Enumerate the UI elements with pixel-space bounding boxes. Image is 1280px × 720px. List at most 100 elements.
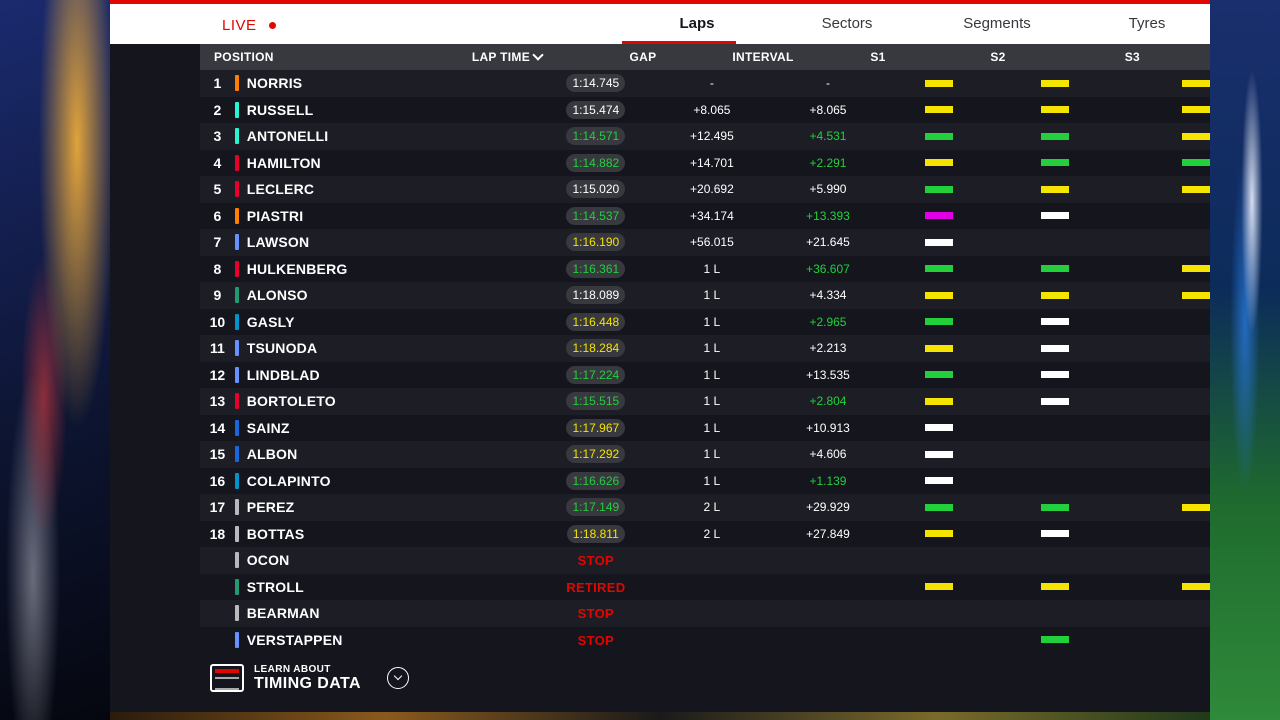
table-row[interactable]: 13 BORTOLETO 1:15.515 1 L +2.804 [200,388,1210,415]
table-row[interactable]: 1 NORRIS 1:14.745 - - [200,70,1210,97]
table-row[interactable]: OCON STOP [200,547,1210,574]
timing-data-info[interactable]: LEARN ABOUT TIMING DATA [210,664,409,693]
table-row[interactable]: VERSTAPPEN STOP [200,626,1210,653]
sector-s2-cell [997,291,1113,299]
sector-s1-cell [881,291,997,299]
header-gap[interactable]: GAP [578,50,708,64]
sector-s1-cell [881,79,997,87]
sector-s2-indicator [1041,583,1070,591]
sector-s3-indicator [1182,503,1210,511]
team-color-bar [234,154,239,171]
header-lap-time[interactable]: LAP TIME [320,49,578,64]
driver-status: RETIRED [566,579,626,595]
lap-time-cell: 1:18.811 [543,524,649,543]
driver-name[interactable]: PIASTRI [247,208,543,224]
table-row[interactable]: STROLL RETIRED [200,573,1210,600]
interval-value: +13.393 [806,208,850,223]
sector-s1-indicator [925,371,954,379]
sector-s2-cell [997,583,1113,591]
row-position: 10 [209,313,226,330]
row-position: 7 [213,234,222,251]
sector-s2-indicator [1041,344,1070,352]
tab-sectors[interactable]: Sectors [772,4,922,44]
driver-name[interactable]: VERSTAPPEN [247,632,543,648]
driver-name[interactable]: BOTTAS [247,526,543,542]
driver-name[interactable]: PEREZ [247,499,543,515]
driver-name[interactable]: ALBON [247,446,543,462]
driver-name[interactable]: GASLY [247,314,543,330]
table-row[interactable]: 7 LAWSON 1:16.190 +56.015 +21.645 [200,229,1210,256]
driver-name[interactable]: STROLL [247,579,543,595]
expand-chevron-down-icon[interactable] [386,667,409,690]
lap-time: 1:14.537 [566,206,626,225]
sector-s1-indicator [925,238,954,246]
table-row[interactable]: 3 ANTONELLI 1:14.571 +12.495 +4.531 [200,123,1210,150]
header-interval[interactable]: INTERVAL [708,50,818,64]
tab-segments[interactable]: Segments [922,4,1072,44]
lap-time: 1:17.292 [566,445,626,464]
table-row[interactable]: 16 COLAPINTO 1:16.626 1 L +1.139 [200,467,1210,494]
driver-name[interactable]: LECLERC [247,181,543,197]
driver-name[interactable]: LAWSON [247,234,543,250]
team-color-bar [234,128,239,145]
gap-value: 1 L [703,367,721,382]
header-s2[interactable]: S2 [938,50,1058,64]
driver-name[interactable]: HULKENBERG [247,261,543,277]
sector-s1-cell [881,477,997,485]
gap-value: - [709,76,714,91]
table-row[interactable]: 6 PIASTRI 1:14.537 +34.174 +13.393 [200,202,1210,229]
lap-time: 1:18.089 [566,286,626,305]
table-row[interactable]: 10 GASLY 1:16.448 1 L +2.965 [200,308,1210,335]
driver-name[interactable]: ALONSO [247,287,543,303]
table-row[interactable]: 17 PEREZ 1:17.149 2 L +29.929 [200,494,1210,521]
sector-s1-indicator [925,530,954,538]
driver-name[interactable]: BORTOLETO [247,393,543,409]
interval-value: +1.139 [809,473,847,488]
header-position[interactable]: POSITION [200,50,320,64]
sector-s2-cell [997,212,1113,220]
team-color-bar [234,366,239,383]
table-row[interactable]: 14 SAINZ 1:17.967 1 L +10.913 [200,414,1210,441]
header-s3[interactable]: S3 [1058,50,1158,64]
sector-s1-indicator [925,291,954,299]
table-row[interactable]: BEARMAN STOP [200,600,1210,627]
table-row[interactable]: 18 BOTTAS 1:18.811 2 L +27.849 [200,520,1210,547]
driver-name[interactable]: TSUNODA [247,340,543,356]
table-row[interactable]: 11 TSUNODA 1:18.284 1 L +2.213 [200,335,1210,362]
sector-s1-cell [881,371,997,379]
tab-laps[interactable]: Laps [622,4,772,45]
tab-tyres[interactable]: Tyres [1072,4,1222,44]
table-row[interactable]: 4 HAMILTON 1:14.882 +14.701 +2.291 [200,149,1210,176]
table-body: 1 NORRIS 1:14.745 - - 2 RUSSELL 1:15.474 +8.065 +… [200,70,1210,653]
sector-s2-cell [997,371,1113,379]
live-indicator[interactable]: LIVE [222,17,276,34]
header-s1[interactable]: S1 [818,50,938,64]
driver-name[interactable]: NORRIS [247,75,543,91]
driver-name[interactable]: ANTONELLI [247,128,543,144]
driver-name[interactable]: RUSSELL [247,102,543,118]
row-position: 17 [209,499,226,516]
driver-name[interactable]: LINDBLAD [247,367,543,383]
table-row[interactable]: 5 LECLERC 1:15.020 +20.692 +5.990 [200,176,1210,203]
gap-value: +56.015 [690,235,734,250]
driver-name[interactable]: HAMILTON [247,155,543,171]
driver-name[interactable]: COLAPINTO [247,473,543,489]
sector-s1-indicator [925,106,954,114]
background-art-bottom [110,712,1210,720]
team-color-bar [234,446,239,463]
table-row[interactable]: 2 RUSSELL 1:15.474 +8.065 +8.065 [200,96,1210,123]
sector-s1-cell [881,583,997,591]
lap-time: 1:17.149 [566,498,626,517]
table-row[interactable]: 15 ALBON 1:17.292 1 L +4.606 [200,441,1210,468]
sector-s2-cell [997,318,1113,326]
sector-s1-cell [881,503,997,511]
table-row[interactable]: 12 LINDBLAD 1:17.224 1 L +13.535 [200,361,1210,388]
team-color-bar [234,260,239,277]
driver-name[interactable]: OCON [247,552,543,568]
sector-s2-cell [997,132,1113,140]
table-row[interactable]: 9 ALONSO 1:18.089 1 L +4.334 [200,282,1210,309]
lap-time-cell: 1:17.967 [543,418,649,437]
driver-name[interactable]: SAINZ [247,420,543,436]
driver-name[interactable]: BEARMAN [247,605,543,621]
table-row[interactable]: 8 HULKENBERG 1:16.361 1 L +36.607 [200,255,1210,282]
